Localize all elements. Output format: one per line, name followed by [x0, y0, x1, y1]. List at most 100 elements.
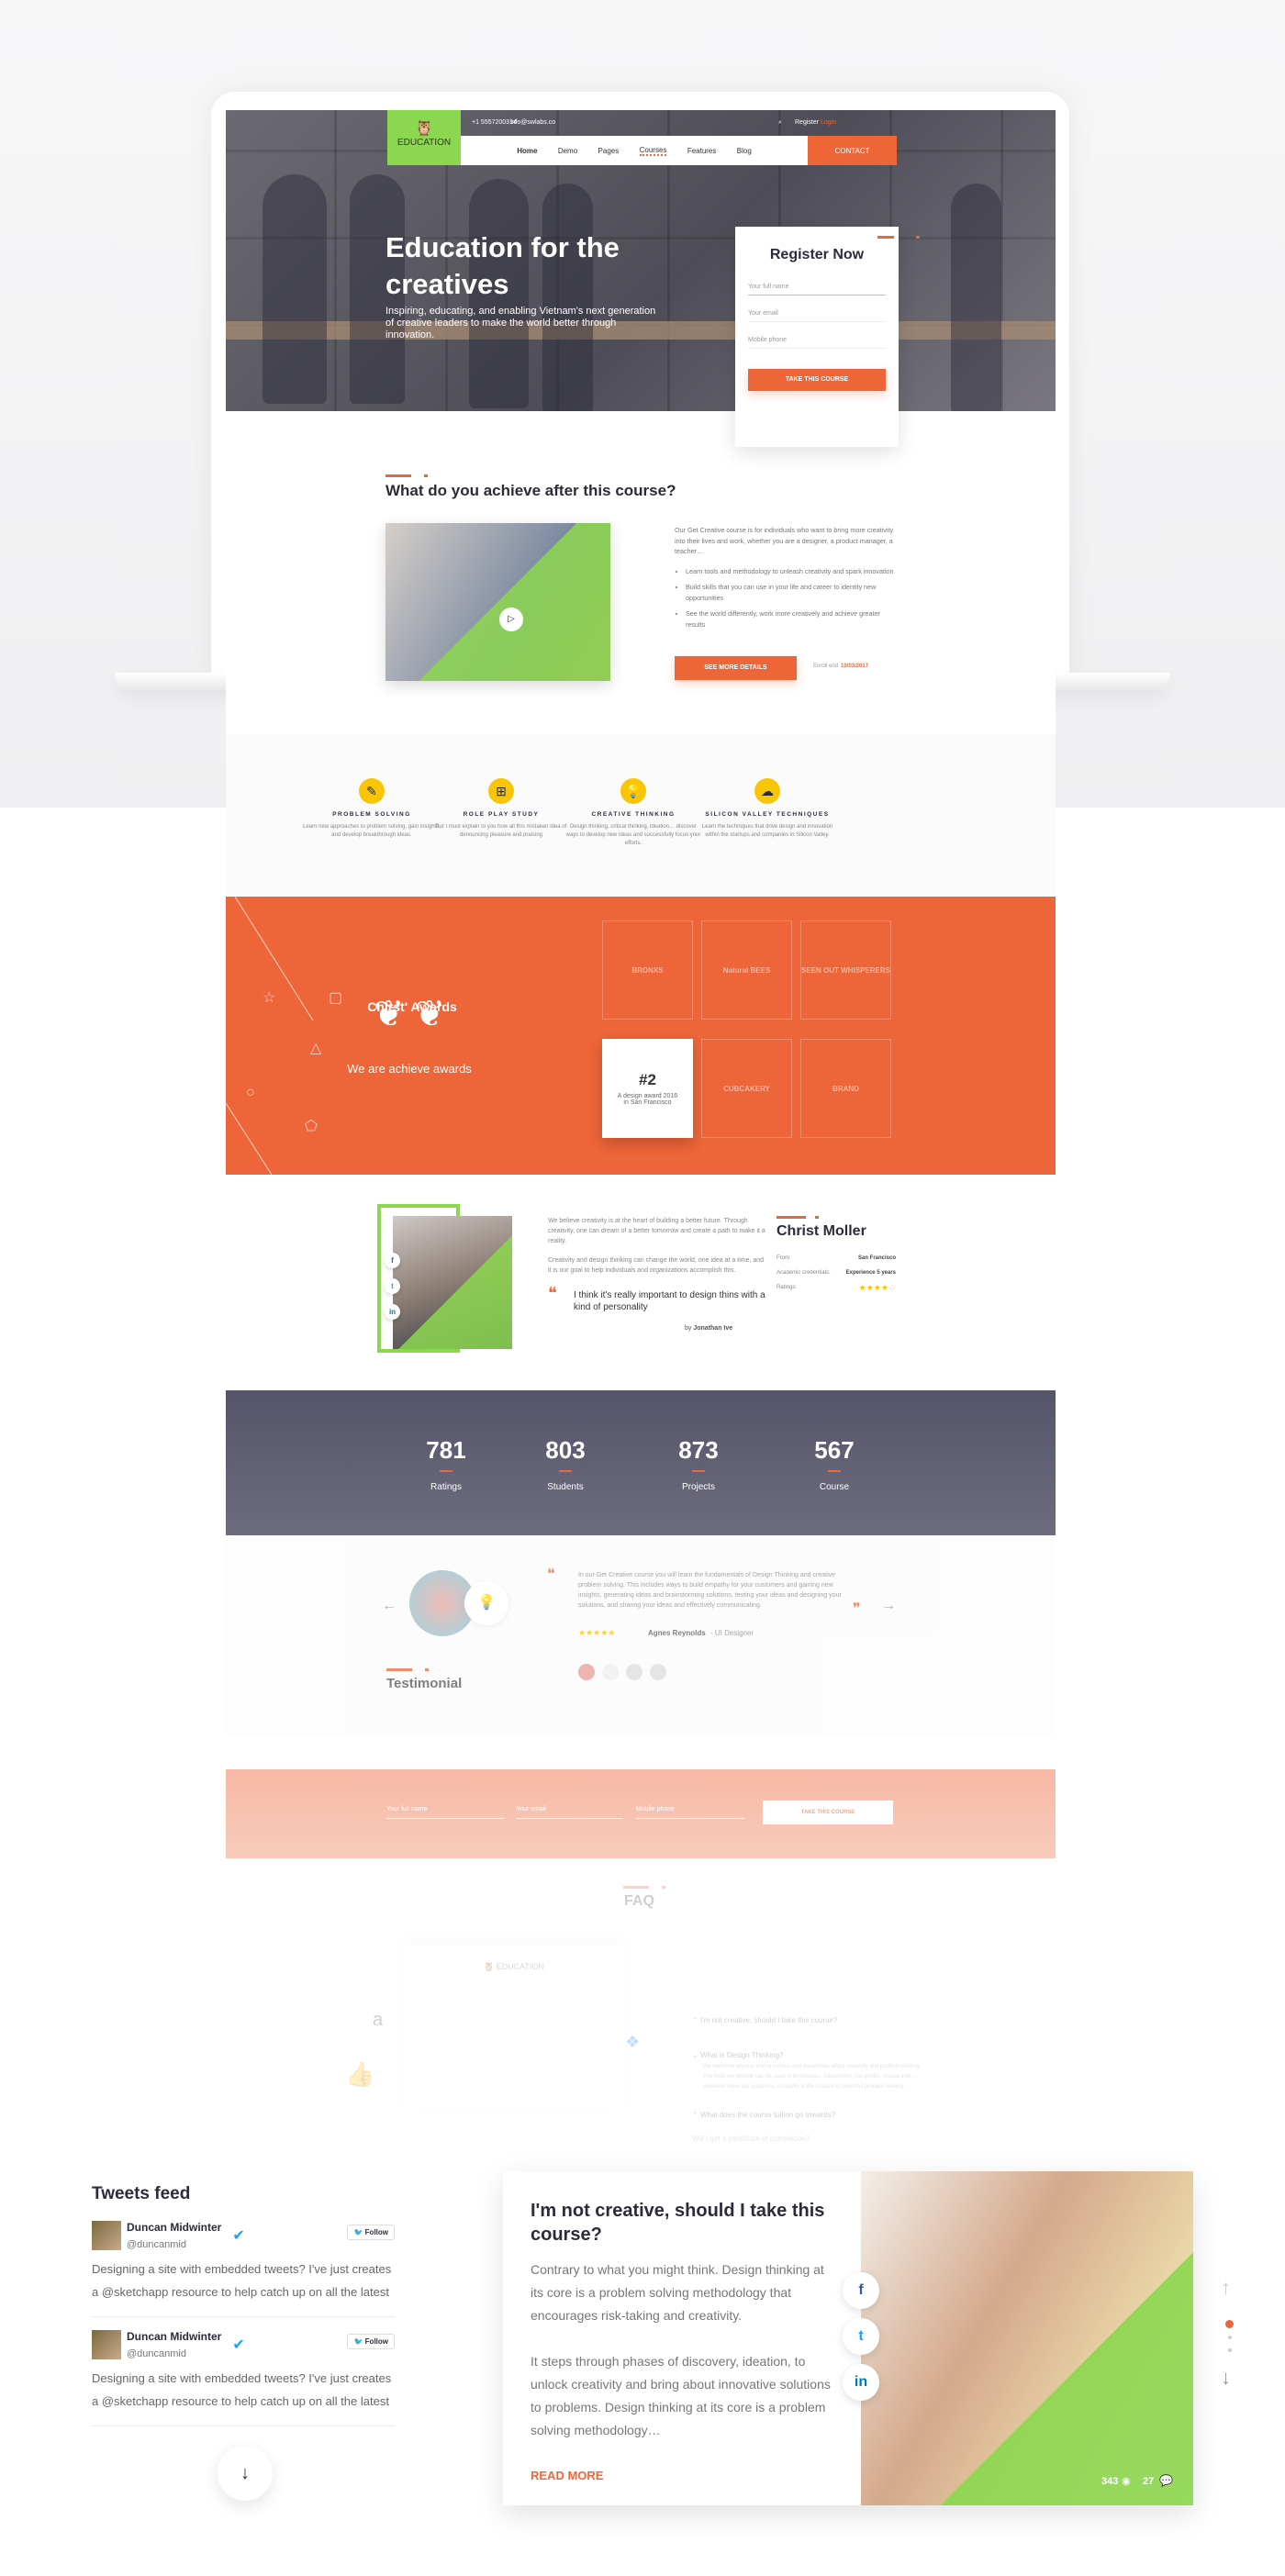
faq-question[interactable]: ⌄ What is Design Thinking?	[692, 2049, 922, 2062]
nav-courses[interactable]: Courses	[639, 146, 667, 156]
register-link[interactable]: Register	[795, 119, 819, 126]
prev-up-arrow-icon[interactable]: ↑	[1221, 2276, 1231, 2300]
close-quote-icon: ❞	[853, 1601, 861, 1617]
prev-arrow-icon[interactable]: ←	[382, 1598, 397, 1614]
stat-ratings: 781 Ratings	[426, 1436, 466, 1492]
facebook-icon[interactable]: f	[843, 2272, 879, 2309]
take-course-button[interactable]: TAKE THIS COURSE	[748, 369, 886, 391]
owl-logo-icon: 🦉	[415, 121, 433, 137]
nav-features[interactable]: Features	[687, 147, 717, 155]
avatar	[92, 2330, 121, 2359]
thumb[interactable]	[578, 1664, 595, 1680]
stat-projects: 873 Projects	[678, 1436, 719, 1492]
login-link[interactable]: Login	[821, 119, 836, 126]
owl-logo-icon: 🦉	[483, 1962, 495, 1971]
faq-question[interactable]: Will I get a certificate of completion?	[692, 2133, 922, 2146]
thumb[interactable]	[626, 1664, 642, 1680]
nav-pages[interactable]: Pages	[598, 147, 620, 155]
open-quote-icon: ❝	[547, 1567, 555, 1582]
nav-blog[interactable]: Blog	[737, 147, 752, 155]
testimonial-thumbnails	[578, 1664, 666, 1680]
logo[interactable]: 🦉 EDUCATION	[387, 110, 461, 165]
testimonial-text: In our Get Creative course you will lear…	[578, 1572, 842, 1609]
triangle-icon: △	[310, 1041, 322, 1056]
gamepad-icon: ⊞	[488, 778, 514, 804]
hero: 🦉 EDUCATION +1 5557200314 info@swlabs.co …	[226, 110, 1056, 411]
verified-icon: ✔	[232, 2337, 245, 2353]
nav-home[interactable]: Home	[517, 147, 537, 155]
award-badge: CUBCAKERY	[701, 1039, 792, 1138]
website-page: 🦉 EDUCATION +1 5557200314 info@swlabs.co …	[226, 110, 1056, 2143]
twitter-icon[interactable]: t	[385, 1278, 400, 1294]
thumb[interactable]	[602, 1664, 619, 1680]
award-badge: BRAND	[800, 1039, 891, 1138]
thumb[interactable]	[650, 1664, 666, 1680]
award-badge: SEEN OUT WHISPERERS	[800, 920, 891, 1020]
pager-dot-active[interactable]	[1225, 2320, 1234, 2328]
register-card: Register Now Your full name Your email M…	[735, 227, 920, 447]
signup-bar: Your full name Your email Mobile phone T…	[226, 1769, 1056, 1858]
twitter-icon: 🐦	[353, 2228, 363, 2236]
email: info@swlabs.co	[510, 119, 556, 126]
thumbs-up-icon: 👍	[345, 2060, 375, 2088]
quote-icon: ❝	[548, 1284, 557, 1302]
name-input[interactable]: Your full name	[748, 276, 886, 296]
bullet: Learn tools and methodology to unleash c…	[686, 566, 895, 577]
name-input[interactable]: Your full name	[386, 1806, 504, 1819]
search-icon[interactable]: ⌕	[778, 119, 782, 127]
register-title: Register Now	[769, 247, 865, 262]
profile-photo	[393, 1216, 512, 1349]
decor-lines	[226, 897, 314, 1175]
phone-input[interactable]: Mobile phone	[748, 329, 886, 349]
stats-section: 781 Ratings 803 Students 873 Projects 567 Co…	[226, 1390, 1056, 1535]
take-course-button[interactable]: TAKE THIS COURSE	[763, 1801, 893, 1824]
pager-dot[interactable]	[1228, 2348, 1232, 2352]
linkedin-icon[interactable]: in	[385, 1304, 400, 1320]
instructor-name: Christ Moller	[777, 1223, 866, 1239]
scroll-down-button[interactable]: ↓	[218, 2446, 273, 2501]
follow-button[interactable]: 🐦 Follow	[347, 2225, 395, 2240]
see-more-details-button[interactable]: SEE MORE DETAILS	[675, 656, 797, 680]
award-badge: Natural BEES	[701, 920, 792, 1020]
faq-title: FAQ	[624, 1893, 654, 1909]
featured-award: #2 A design award 2016 in San Francisco	[602, 1039, 693, 1138]
testimonial-role: - UI Designer	[710, 1629, 754, 1637]
linkedin-icon[interactable]: in	[843, 2364, 879, 2401]
faq-question[interactable]: ⌃ What does the course tuition go toward…	[692, 2109, 922, 2122]
feature-creative-thinking: 💡 CREATIVE THINKING Design thinking, criti…	[564, 778, 702, 848]
stat-course: 567 Course	[814, 1436, 855, 1492]
profile-quote: ❝ I think it's really important to design…	[548, 1284, 765, 1312]
article-paragraph: It steps through phases of discovery, id…	[531, 2354, 831, 2437]
next-down-arrow-icon[interactable]: ↓	[1221, 2366, 1231, 2390]
lightbulb-icon: 💡	[620, 778, 646, 804]
contact-button[interactable]: CONTACT	[808, 136, 897, 165]
faq-question[interactable]: ⌃ I'm not creative, should I take this c…	[692, 2014, 922, 2027]
main-nav: Home Demo Pages Courses Features Blog	[461, 136, 808, 165]
comments-count: 27	[1143, 2476, 1155, 2487]
tweets-title: Tweets feed	[92, 2184, 191, 2203]
achieve-title: What do you achieve after this course?	[386, 482, 676, 499]
accent-dash	[777, 1216, 819, 1219]
course-video[interactable]: ▷	[386, 523, 610, 681]
follow-button[interactable]: 🐦 Follow	[347, 2334, 395, 2349]
faq-article-card: 343 ◉ 27 💬 f t in I'm not creative, shou…	[503, 2171, 1193, 2505]
phone-input[interactable]: Mobile phone	[636, 1806, 744, 1819]
quote-author: by Jonathan Ive	[685, 1325, 733, 1332]
email-input[interactable]: Your email	[748, 303, 886, 322]
play-icon[interactable]: ▷	[499, 608, 523, 631]
comment-icon: 💬	[1159, 2474, 1173, 2487]
read-more-link[interactable]: READ MORE	[531, 2469, 603, 2482]
nav-demo[interactable]: Demo	[558, 147, 577, 155]
facebook-icon[interactable]: f	[385, 1253, 400, 1268]
eye-icon: ◉	[1122, 2476, 1131, 2487]
dropbox-icon: ❖	[625, 2033, 641, 2051]
pager-dot[interactable]	[1228, 2336, 1232, 2339]
pencil-icon: ✎	[359, 778, 385, 804]
enroll-label: Enroll end	[813, 664, 839, 669]
twitter-icon: 🐦	[353, 2337, 363, 2346]
awards-section: ☆ ▢ △ ○ ⬠ ❦ ❦ Chirst' Awards We are achi…	[226, 897, 1056, 1175]
email-input[interactable]: Your email	[516, 1806, 623, 1819]
next-arrow-icon[interactable]: →	[881, 1598, 896, 1614]
twitter-icon[interactable]: t	[843, 2318, 879, 2355]
faq-answer: We welcome anyone who is curious and pas…	[703, 2064, 921, 2090]
